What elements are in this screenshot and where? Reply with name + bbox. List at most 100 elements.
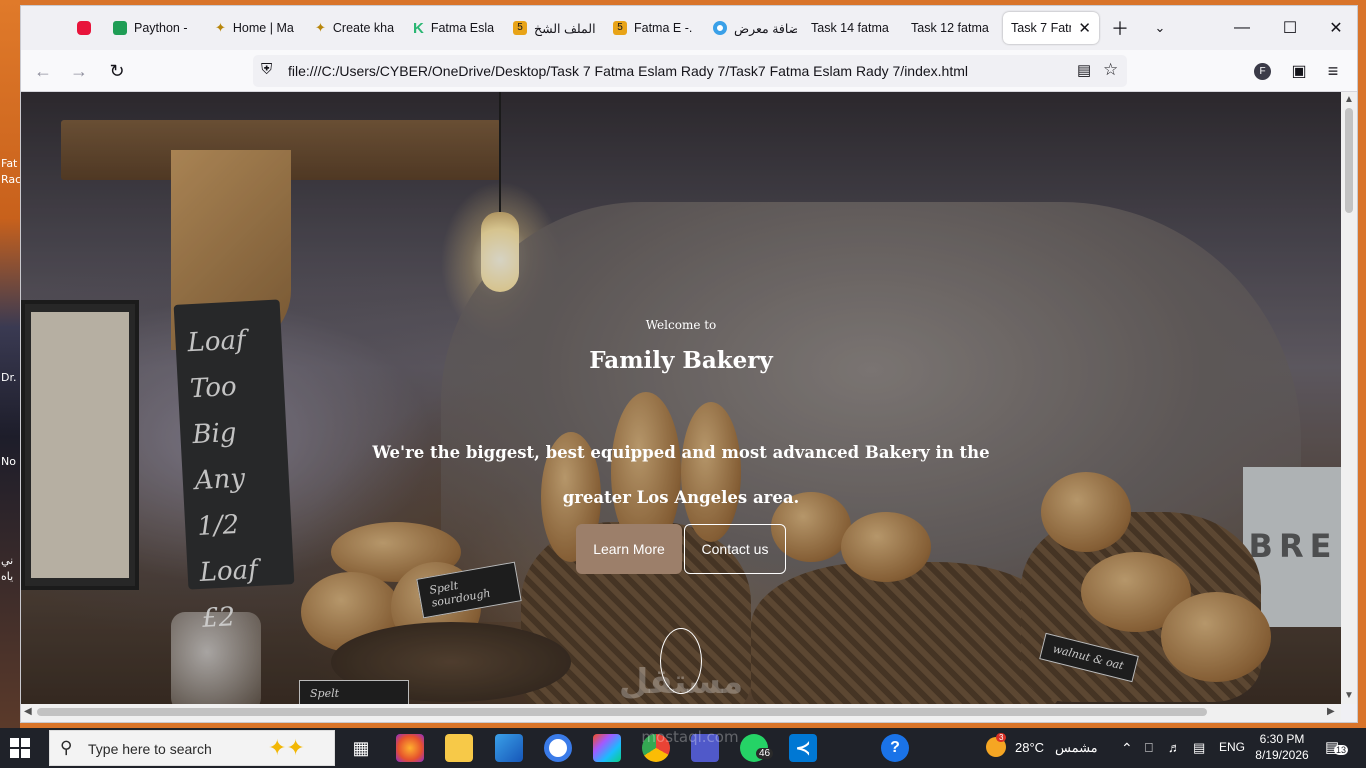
- weather-sun-icon[interactable]: 3: [986, 733, 1007, 757]
- tab-create[interactable]: ✦ Create kha: [307, 12, 405, 44]
- navigation-toolbar: ← → ↻ ⛨ file:///C:/Users/CYBER/OneDrive/…: [21, 50, 1357, 92]
- notification-count: 13: [1334, 745, 1349, 755]
- task-view-icon[interactable]: ▦: [347, 734, 375, 762]
- browser-window: Paython - ✦ Home | Ma ✦ Create kha K Fat…: [20, 5, 1358, 723]
- windows-start-icon[interactable]: [10, 738, 30, 758]
- tab-title: Task 12 fatma: [911, 21, 989, 35]
- photos-icon[interactable]: [495, 734, 523, 762]
- whatsapp-badge: 46: [756, 748, 774, 759]
- person-icon: ✦: [215, 20, 226, 35]
- hero-text: Welcome to Family Bakery We're the bigge…: [21, 92, 1341, 704]
- speaker-icon[interactable]: ♬: [1168, 740, 1181, 755]
- vscode-icon[interactable]: ≺: [789, 734, 817, 762]
- tab-title: Home | Ma: [232, 21, 294, 35]
- tab-title: Create kha: [332, 21, 395, 35]
- app-icon[interactable]: [544, 734, 572, 762]
- tab-title: الملف الشخ: [534, 21, 596, 36]
- scroll-left-arrow-icon[interactable]: ◀: [24, 706, 32, 717]
- network-icon[interactable]: ▤: [1193, 740, 1205, 756]
- search-icon: ⚲: [60, 738, 73, 757]
- extensions-puzzle-icon[interactable]: ▣: [1285, 57, 1313, 85]
- desktop-icon-label[interactable]: Fat: [1, 157, 20, 170]
- tab-profile-ar[interactable]: 5 الملف الشخ: [505, 12, 605, 44]
- file-explorer-icon[interactable]: [445, 734, 473, 762]
- search-placeholder: Type here to search: [88, 741, 212, 757]
- watermark-latin: mostaql.com: [641, 728, 739, 746]
- tab-fatma-e[interactable]: 5 Fatma E -.: [605, 12, 703, 44]
- forward-arrow-icon[interactable]: →: [65, 57, 93, 85]
- desktop-background: Fat Rac Dr. No ني ياه: [0, 0, 20, 728]
- khamsat-icon: [113, 21, 127, 35]
- tab-bar: Paython - ✦ Home | Ma ✦ Create kha K Fat…: [21, 6, 1357, 50]
- help-icon[interactable]: ?: [881, 734, 909, 762]
- hero-tagline: We're the biggest, best equipped and mos…: [372, 443, 990, 507]
- reload-icon[interactable]: ↻: [103, 57, 131, 85]
- firefox-icon[interactable]: [396, 734, 424, 762]
- desktop-icon-label[interactable]: No: [1, 455, 20, 468]
- taskbar-search-box[interactable]: ⚲ Type here to search ✦✦: [49, 730, 335, 766]
- vertical-scroll-thumb[interactable]: [1345, 108, 1353, 213]
- tab-title: إضافة معرض: [734, 21, 797, 36]
- copilot-sparkle-icon[interactable]: ✦✦: [268, 735, 305, 761]
- tab-title: Task 7 Fatma: [1011, 21, 1071, 35]
- tab-fatma-eslam[interactable]: K Fatma Esla: [405, 12, 503, 44]
- tab-title: Task 14 fatma: [811, 21, 889, 35]
- tab-task12[interactable]: Task 12 fatma: [903, 12, 1001, 44]
- clock-time: 6:30 PM: [1259, 732, 1305, 746]
- tab-title: Fatma Esla: [430, 21, 495, 35]
- url-text[interactable]: file:///C:/Users/CYBER/OneDrive/Desktop/…: [288, 63, 968, 79]
- youtube-icon: [77, 21, 91, 35]
- list-tabs-chevron-icon[interactable]: ⌄: [1147, 16, 1173, 40]
- windows-taskbar: ⚲ Type here to search ✦✦ ▦ 46 ≺ ? mostaq…: [0, 728, 1366, 768]
- vertical-scrollbar[interactable]: ▲ ▼: [1341, 92, 1357, 704]
- maximize-button[interactable]: ☐: [1267, 12, 1313, 44]
- watermark: مستقل: [561, 662, 801, 702]
- learn-more-button[interactable]: Learn More: [576, 524, 682, 574]
- contact-us-button[interactable]: Contact us: [684, 524, 786, 574]
- meet-now-icon[interactable]: ⎕: [1145, 740, 1153, 756]
- close-tab-icon[interactable]: ✕: [1078, 19, 1091, 37]
- notifications-icon[interactable]: ▤ 13: [1325, 738, 1349, 756]
- language-indicator[interactable]: ENG: [1219, 740, 1245, 754]
- weather-condition[interactable]: مشمس: [1055, 740, 1098, 756]
- circle-icon: [713, 21, 727, 35]
- weather-badge: 3: [996, 733, 1007, 742]
- shield-icon[interactable]: ⛨: [261, 61, 272, 78]
- desktop-icon-label[interactable]: Rac: [1, 173, 20, 186]
- horizontal-scroll-thumb[interactable]: [37, 708, 1207, 716]
- tab-task7-active[interactable]: Task 7 Fatma ✕: [1003, 12, 1099, 44]
- tab-title: Paython -: [134, 21, 188, 35]
- desktop-icon-label[interactable]: ياه: [1, 570, 20, 583]
- bookmark-star-icon[interactable]: ☆: [1103, 60, 1118, 80]
- scroll-down-arrow-icon[interactable]: ▼: [1344, 690, 1354, 701]
- menu-hamburger-icon[interactable]: ≡: [1319, 57, 1347, 85]
- tab-add-gallery[interactable]: إضافة معرض: [705, 12, 805, 44]
- mostaql-icon: 5: [513, 21, 527, 35]
- url-bar[interactable]: ⛨ file:///C:/Users/CYBER/OneDrive/Deskto…: [253, 55, 1127, 87]
- tab-youtube[interactable]: [69, 12, 103, 44]
- weather-temperature[interactable]: 28°C: [1015, 740, 1044, 755]
- system-clock[interactable]: 6:30 PM 8/19/2026: [1255, 731, 1309, 763]
- tray-chevron-up-icon[interactable]: ⌃: [1121, 740, 1133, 757]
- watermark-arabic: مستقل: [618, 662, 744, 702]
- khamsat-k-icon: K: [413, 19, 424, 37]
- person-icon: ✦: [315, 20, 326, 35]
- back-arrow-icon[interactable]: ←: [29, 57, 57, 85]
- reader-view-icon[interactable]: ▤: [1077, 61, 1091, 79]
- profile-avatar[interactable]: F: [1254, 63, 1271, 80]
- close-window-button[interactable]: ✕: [1313, 12, 1359, 44]
- new-tab-button[interactable]: ＋: [1107, 16, 1133, 40]
- tab-task14[interactable]: Task 14 fatma: [803, 12, 901, 44]
- brand-title: Family Bakery: [589, 347, 773, 374]
- desktop-icon-label[interactable]: Dr.: [1, 371, 20, 384]
- horizontal-scrollbar[interactable]: ◀ ▶: [21, 704, 1341, 720]
- scroll-up-arrow-icon[interactable]: ▲: [1344, 94, 1354, 105]
- tab-paython[interactable]: Paython -: [105, 12, 203, 44]
- minimize-button[interactable]: —: [1219, 12, 1265, 44]
- mostaql-icon: 5: [613, 21, 627, 35]
- tab-home[interactable]: ✦ Home | Ma: [207, 12, 305, 44]
- clock-date: 8/19/2026: [1255, 748, 1309, 762]
- desktop-icon-label[interactable]: ني: [1, 554, 20, 567]
- scroll-right-arrow-icon[interactable]: ▶: [1327, 706, 1335, 717]
- hero-section: Loaf Too Big Any 1/2 Loaf £2 BRE Spelt s…: [21, 92, 1341, 704]
